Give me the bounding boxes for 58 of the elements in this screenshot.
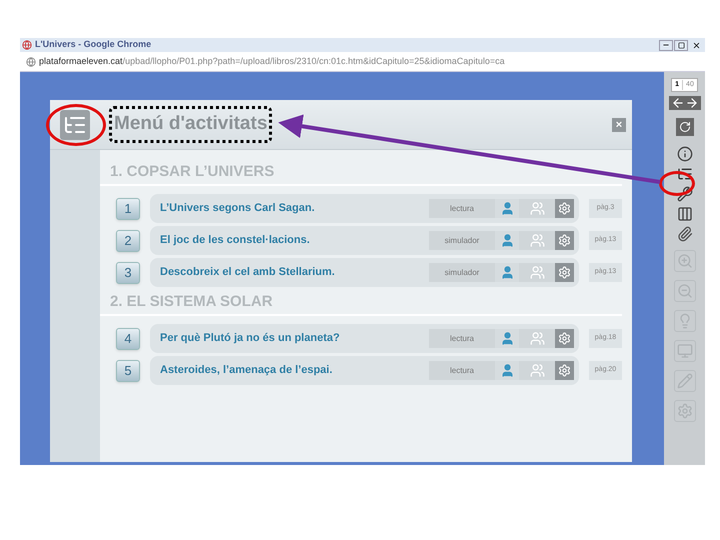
- activity-row[interactable]: L’Univers segons Carl Sagan. lectura: [150, 194, 579, 223]
- activity-row[interactable]: Per què Plutó ja no és un planeta? lectura: [150, 324, 579, 353]
- previous-page-icon: [670, 96, 684, 110]
- url-host: plataformaeleven.cat: [39, 54, 123, 68]
- next-page-icon: [684, 96, 698, 110]
- refresh-icon: [676, 118, 694, 136]
- screen-icon: [674, 340, 696, 362]
- highlight-ellipse: [659, 171, 695, 196]
- url-path: /upbad/llopho/P01.php?path=/upload/libros/2310/cn:01c.htm&idCapitulo=25&idiomaCapitulo=ca: [122, 54, 505, 68]
- activity-title: L’Univers segons Carl Sagan.: [160, 201, 316, 216]
- number-badge: 4: [116, 328, 140, 350]
- gear-icon[interactable]: [555, 231, 574, 250]
- pencil-icon: [674, 370, 696, 392]
- gear-icon[interactable]: [555, 329, 574, 348]
- person-icon[interactable]: [495, 231, 519, 250]
- globe-icon: [26, 56, 36, 66]
- gear-icon[interactable]: [555, 199, 574, 218]
- dialog-title: Menú d'activitats: [114, 112, 268, 136]
- window-title: L'Univers - Google Chrome: [35, 38, 152, 52]
- number-badge: 5: [116, 360, 140, 382]
- number-badge: 2: [116, 230, 140, 252]
- activity-row[interactable]: El joc de les constel·lacions. simulador: [150, 226, 579, 255]
- person-icon[interactable]: [495, 361, 519, 380]
- wrench-icon: [676, 186, 692, 202]
- section-heading: 2. EL SISTEMA SOLAR: [100, 290, 622, 316]
- close-button[interactable]: ×: [612, 118, 626, 132]
- person-icon[interactable]: [495, 329, 519, 348]
- lightbulb-icon: [674, 310, 696, 332]
- number-badge: 1: [116, 198, 140, 220]
- activity-type: simulador: [429, 231, 495, 250]
- section-heading: 1. COPSAR L’UNIVERS: [100, 160, 622, 186]
- activity-row[interactable]: Descobreix el cel amb Stellarium. simulador: [150, 258, 579, 287]
- columns-icon: [676, 206, 692, 222]
- close-icon[interactable]: [692, 40, 700, 50]
- gear-icon[interactable]: [555, 361, 574, 380]
- zoom-out-icon: [674, 280, 696, 302]
- activity-type: lectura: [429, 361, 495, 380]
- activity-title: Per què Plutó ja no és un planeta?: [160, 331, 341, 346]
- person-icon[interactable]: [495, 263, 519, 282]
- highlight-ellipse: [46, 104, 106, 146]
- activity-title: Descobreix el cel amb Stellarium.: [160, 265, 336, 280]
- activity-title: Asteroides, l’amenaça de l’espai.: [160, 363, 334, 378]
- browser-icon: [22, 40, 32, 50]
- person-icon[interactable]: [495, 199, 519, 218]
- gear-icon[interactable]: [555, 263, 574, 282]
- info-icon: [676, 146, 692, 162]
- activity-row[interactable]: Asteroides, l’amenaça de l’espai. lectura: [150, 356, 579, 385]
- maximize-icon[interactable]: [678, 42, 684, 48]
- zoom-in-icon: [674, 250, 696, 272]
- minimize-button[interactable]: [659, 40, 673, 50]
- number-badge: 3: [116, 262, 140, 284]
- activity-type: lectura: [429, 329, 495, 348]
- activity-title: El joc de les constel·lacions.: [160, 233, 311, 248]
- activity-type: simulador: [429, 263, 495, 282]
- activity-type: lectura: [429, 199, 495, 218]
- gear-icon: [674, 400, 696, 422]
- maximize-button[interactable]: [674, 40, 688, 50]
- paperclip-icon: [676, 226, 692, 242]
